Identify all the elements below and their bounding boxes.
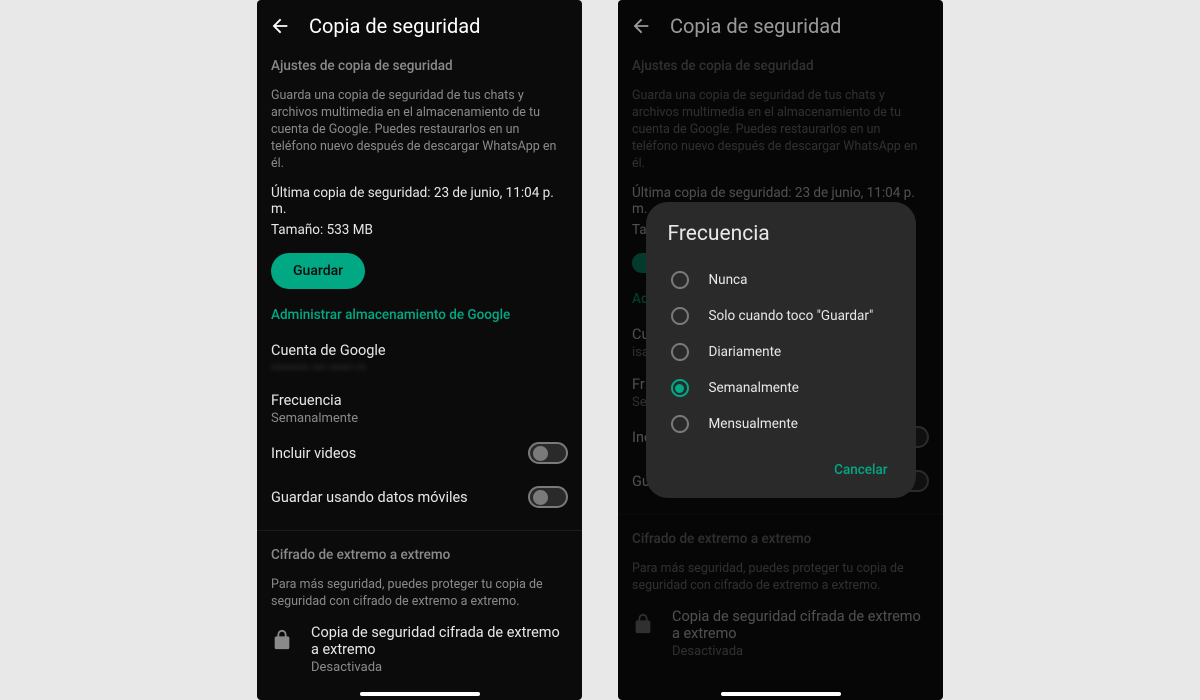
phone-left: Copia de seguridad Ajustes de copia de s… (257, 0, 582, 700)
radio-icon (671, 307, 689, 325)
include-videos-label: Incluir videos (271, 445, 356, 462)
backup-size: Tamaño: 533 MB (271, 222, 568, 238)
frequency-dialog: Frecuencia Nunca Solo cuando toco "Guard… (646, 202, 916, 498)
mobile-data-toggle[interactable] (528, 486, 568, 508)
radio-option-monthly[interactable]: Mensualmente (668, 406, 894, 442)
radio-label: Semanalmente (709, 380, 799, 396)
e2e-title: Copia de seguridad cifrada de extremo a … (311, 624, 568, 658)
header: Copia de seguridad (257, 0, 582, 48)
e2e-status: Desactivada (311, 660, 568, 675)
page-title: Copia de seguridad (309, 14, 480, 38)
mobile-data-label: Guardar usando datos móviles (271, 489, 468, 506)
google-account-value: •••••••• ••• ••••• •• (271, 361, 568, 376)
lock-icon (271, 627, 293, 653)
toggle-knob (533, 446, 548, 461)
section-label: Ajustes de copia de seguridad (271, 58, 568, 74)
e2e-text: Copia de seguridad cifrada de extremo a … (311, 624, 568, 675)
dialog-title: Frecuencia (668, 222, 894, 246)
home-indicator (721, 692, 841, 696)
radio-option-never[interactable]: Nunca (668, 262, 894, 298)
radio-option-weekly[interactable]: Semanalmente (668, 370, 894, 406)
e2e-section-label: Cifrado de extremo a extremo (271, 547, 568, 563)
save-button[interactable]: Guardar (271, 253, 365, 289)
divider (257, 530, 582, 531)
home-indicator (360, 692, 480, 696)
backup-description: Guarda una copia de seguridad de tus cha… (271, 88, 568, 172)
last-backup-status: Última copia de seguridad: 23 de junio, … (271, 185, 568, 217)
radio-option-daily[interactable]: Diariamente (668, 334, 894, 370)
radio-label: Solo cuando toco "Guardar" (709, 308, 874, 324)
radio-icon (671, 379, 689, 397)
frequency-row[interactable]: Frecuencia Semanalmente (271, 392, 568, 426)
radio-option-manual[interactable]: Solo cuando toco "Guardar" (668, 298, 894, 334)
google-account-label: Cuenta de Google (271, 342, 568, 359)
radio-icon (671, 415, 689, 433)
toggle-knob (533, 490, 548, 505)
radio-label: Diariamente (709, 344, 782, 360)
google-account-row[interactable]: Cuenta de Google •••••••• ••• ••••• •• (271, 342, 568, 376)
back-icon[interactable] (269, 15, 291, 37)
radio-icon (671, 343, 689, 361)
frequency-value: Semanalmente (271, 411, 568, 426)
e2e-encrypt-row[interactable]: Copia de seguridad cifrada de extremo a … (271, 624, 568, 685)
manage-storage-link[interactable]: Administrar almacenamiento de Google (271, 307, 568, 323)
include-videos-row: Incluir videos (271, 442, 568, 464)
cancel-button[interactable]: Cancelar (828, 454, 893, 486)
include-videos-toggle[interactable] (528, 442, 568, 464)
phone-right: Copia de seguridad Ajustes de copia de s… (618, 0, 943, 700)
mobile-data-row: Guardar usando datos móviles (271, 486, 568, 508)
radio-label: Mensualmente (709, 416, 798, 432)
frequency-label: Frecuencia (271, 392, 568, 409)
main-content: Ajustes de copia de seguridad Guarda una… (257, 48, 582, 685)
dialog-actions: Cancelar (668, 454, 894, 486)
radio-label: Nunca (709, 272, 748, 288)
radio-icon (671, 271, 689, 289)
e2e-description: Para más seguridad, puedes proteger tu c… (271, 577, 568, 611)
